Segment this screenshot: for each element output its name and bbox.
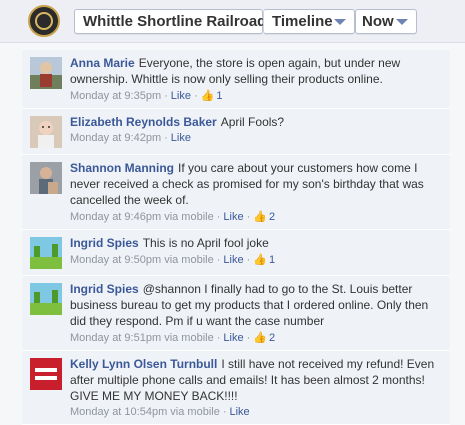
comment-timestamp[interactable]: Monday at 9:35pm (70, 90, 161, 102)
comment: Kelly Lynn Olsen Turnbull I still have no… (22, 351, 450, 425)
page-name-button[interactable]: Whittle Shortline Railroad (74, 9, 267, 34)
avatar[interactable] (30, 162, 62, 194)
comment-text: This is no April fool joke (142, 236, 269, 250)
page-name-label: Whittle Shortline Railroad (83, 13, 267, 30)
comment-via: via mobile (164, 332, 214, 344)
comment-timestamp[interactable]: Monday at 9:51pm (70, 332, 161, 344)
now-dropdown[interactable]: Now (355, 9, 417, 34)
comment-via: via mobile (164, 254, 214, 266)
like-link[interactable]: Like (171, 132, 191, 144)
comment-via: via mobile (170, 406, 220, 418)
avatar[interactable] (30, 358, 62, 390)
avatar[interactable] (30, 283, 62, 315)
timeline-dropdown[interactable]: Timeline (263, 9, 355, 34)
like-count[interactable]: 👍 1 (201, 90, 223, 102)
comment-timestamp[interactable]: Monday at 9:42pm (70, 132, 161, 144)
page-header: Whittle Shortline Railroad Timeline Now (0, 0, 465, 43)
comment: Shannon Manning If you care about your cu… (22, 155, 450, 230)
comment: Ingrid Spies This is no April fool joke M… (22, 230, 450, 276)
like-count[interactable]: 👍 2 (253, 211, 275, 223)
comment-list: Anna Marie Everyone, the store is open ag… (22, 50, 450, 425)
like-link[interactable]: Like (230, 406, 250, 418)
comment-timestamp[interactable]: Monday at 9:50pm (70, 254, 161, 266)
thumbs-up-icon: 👍 (253, 211, 267, 223)
comment-text: April Fools? (220, 115, 285, 129)
comment-author-link[interactable]: Anna Marie (70, 56, 135, 70)
thumbs-up-icon: 👍 (200, 90, 215, 102)
page-logo[interactable] (28, 5, 60, 37)
comment: Anna Marie Everyone, the store is open ag… (22, 50, 450, 109)
like-link[interactable]: Like (223, 211, 243, 223)
comment: Elizabeth Reynolds Baker April Fools? Mon… (22, 109, 450, 155)
like-link[interactable]: Like (171, 90, 191, 102)
comment-timestamp[interactable]: Monday at 9:46pm (70, 211, 161, 223)
comment-via: via mobile (164, 211, 214, 223)
thumbs-up-icon: 👍 (253, 332, 267, 344)
like-link[interactable]: Like (223, 332, 243, 344)
avatar[interactable] (30, 57, 62, 89)
comment-timestamp[interactable]: Monday at 10:54pm (70, 406, 167, 418)
comment: Ingrid Spies @shannon I finally had to go… (22, 276, 450, 351)
comment-author-link[interactable]: Elizabeth Reynolds Baker (70, 115, 217, 129)
like-count[interactable]: 👍 1 (253, 254, 275, 266)
now-label: Now (362, 13, 394, 30)
scrollbar[interactable] (459, 42, 465, 421)
chevron-down-icon (396, 19, 408, 25)
timeline-label: Timeline (272, 13, 333, 30)
comment-author-link[interactable]: Ingrid Spies (70, 236, 139, 250)
avatar[interactable] (30, 237, 62, 269)
comment-author-link[interactable]: Ingrid Spies (70, 282, 139, 296)
chevron-down-icon (334, 19, 346, 25)
thumbs-up-icon: 👍 (253, 254, 267, 266)
like-link[interactable]: Like (223, 254, 243, 266)
avatar[interactable] (30, 116, 62, 148)
like-count[interactable]: 👍 2 (253, 332, 275, 344)
comment-author-link[interactable]: Kelly Lynn Olsen Turnbull (70, 357, 217, 371)
comment-author-link[interactable]: Shannon Manning (70, 161, 174, 175)
